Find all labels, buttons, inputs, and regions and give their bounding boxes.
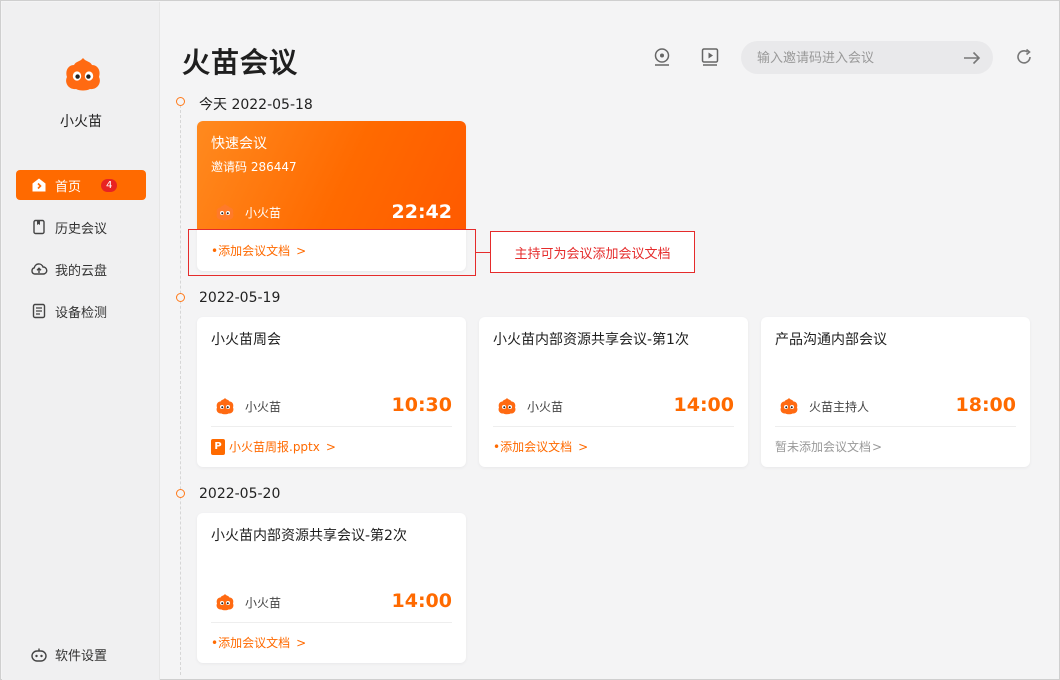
host-name: 火苗主持人 <box>809 399 870 414</box>
meeting-host: 火苗主持人 <box>779 397 869 415</box>
meeting-title: 产品沟通内部会议 <box>775 332 887 348</box>
arrow-right-icon[interactable] <box>961 47 983 69</box>
history-icon <box>30 218 48 236</box>
invite-code-input[interactable] <box>757 48 952 68</box>
meeting-card[interactable]: 小火苗内部资源共享会议-第2次 小火苗 14:00 • 添加会议文档 > <box>197 513 466 663</box>
card-divider <box>775 426 1016 427</box>
meeting-card[interactable]: 小火苗内部资源共享会议-第1次 小火苗 14:00 • 添加会议文档 > <box>479 317 748 467</box>
bullet-dot: • <box>211 635 219 650</box>
meeting-title: 小火苗周会 <box>211 332 281 348</box>
meeting-host: 小火苗 <box>497 397 563 415</box>
host-avatar-icon <box>498 398 516 415</box>
meeting-time: 22:42 <box>391 201 452 223</box>
annotation-highlight-box <box>188 229 476 276</box>
notification-badge: 4 <box>101 178 118 192</box>
device-check-icon <box>30 302 48 320</box>
date-label: 2022-05-20 <box>199 486 281 502</box>
home-icon <box>30 176 48 194</box>
meeting-title: 快速会议 <box>211 136 267 152</box>
doc-label: 小火苗周报.pptx <box>229 440 320 454</box>
meeting-title: 小火苗内部资源共享会议-第1次 <box>493 332 689 348</box>
host-avatar-icon <box>780 398 798 415</box>
sidebar-item-label: 首页 <box>55 179 82 195</box>
timeline-dot <box>176 97 185 106</box>
timeline-line <box>180 105 181 675</box>
sidebar-item-label: 历史会议 <box>55 221 108 237</box>
timeline-dot <box>176 489 185 498</box>
mascot-logo-icon <box>66 58 100 91</box>
settings-label: 软件设置 <box>55 649 108 664</box>
card-divider <box>211 622 452 623</box>
doc-label: 添加会议文档 <box>218 636 291 650</box>
card-divider <box>493 426 734 427</box>
chevron-right-icon: > <box>872 439 883 454</box>
join-meeting-icon[interactable] <box>650 45 674 69</box>
host-name: 小火苗 <box>245 205 282 220</box>
software-settings-button[interactable]: 软件设置 <box>30 645 107 664</box>
page-title: 火苗会议 <box>182 46 299 79</box>
doc-label: 添加会议文档 <box>500 440 573 454</box>
sidebar-item-home[interactable]: 首页 4 <box>16 170 146 200</box>
host-avatar-icon <box>216 594 234 611</box>
date-label: 今天 2022-05-18 <box>199 97 313 113</box>
annotation-callout: 主持可为会议添加会议文档 <box>490 231 695 273</box>
add-document-link[interactable]: • 添加会议文档 > <box>493 438 588 455</box>
chevron-right-icon: > <box>578 439 589 454</box>
invite-code: 邀请码 286447 <box>211 160 297 174</box>
host-avatar-icon <box>216 204 234 221</box>
chevron-right-icon: > <box>296 635 307 650</box>
meeting-host: 小火苗 <box>215 593 281 611</box>
host-name: 小火苗 <box>245 595 282 610</box>
sidebar-item-cloud[interactable]: 我的云盘 <box>16 254 146 284</box>
host-name: 小火苗 <box>245 399 282 414</box>
sidebar-item-history[interactable]: 历史会议 <box>16 212 146 242</box>
app-window: 小火苗 首页 4 历史会议 我的云盘 设备检测 软件设置 火苗会议 输入邀请码进… <box>0 0 1060 680</box>
meeting-title: 小火苗内部资源共享会议-第2次 <box>211 528 407 544</box>
meeting-time: 18:00 <box>955 394 1016 416</box>
meeting-host: 小火苗 <box>215 397 281 415</box>
meeting-time: 10:30 <box>391 394 452 416</box>
meeting-card[interactable]: 产品沟通内部会议 火苗主持人 18:00 暂未添加会议文档 > <box>761 317 1030 467</box>
no-document-link[interactable]: 暂未添加会议文档 > <box>775 438 882 455</box>
meeting-time: 14:00 <box>391 590 452 612</box>
cloud-icon <box>30 260 48 278</box>
annotation-connector <box>476 252 490 253</box>
sidebar-item-device-check[interactable]: 设备检测 <box>16 296 146 326</box>
sidebar-item-label: 设备检测 <box>55 305 108 321</box>
refresh-icon[interactable] <box>1012 45 1036 69</box>
chevron-right-icon: > <box>325 439 336 454</box>
meeting-document-link[interactable]: P 小火苗周报.pptx > <box>211 438 336 455</box>
pptx-file-icon: P <box>211 438 225 455</box>
invite-code-search <box>741 41 993 74</box>
doc-label: 暂未添加会议文档 <box>775 440 872 454</box>
timeline-dot <box>176 293 185 302</box>
bullet-dot: • <box>493 439 501 454</box>
meeting-time: 14:00 <box>673 394 734 416</box>
sidebar-item-label: 我的云盘 <box>55 263 108 279</box>
meeting-card[interactable]: 小火苗周会 小火苗 10:30 P 小火苗周报.pptx > <box>197 317 466 467</box>
sidebar: 小火苗 首页 4 历史会议 我的云盘 设备检测 软件设置 <box>2 2 160 680</box>
host-name: 小火苗 <box>527 399 564 414</box>
settings-robot-icon <box>30 647 48 663</box>
video-playback-icon[interactable] <box>698 45 722 69</box>
card-divider <box>211 426 452 427</box>
host-avatar-icon <box>216 398 234 415</box>
add-document-link[interactable]: • 添加会议文档 > <box>211 634 306 651</box>
meeting-host: 小火苗 <box>215 203 281 221</box>
username: 小火苗 <box>60 114 102 130</box>
date-label: 2022-05-19 <box>199 290 281 306</box>
